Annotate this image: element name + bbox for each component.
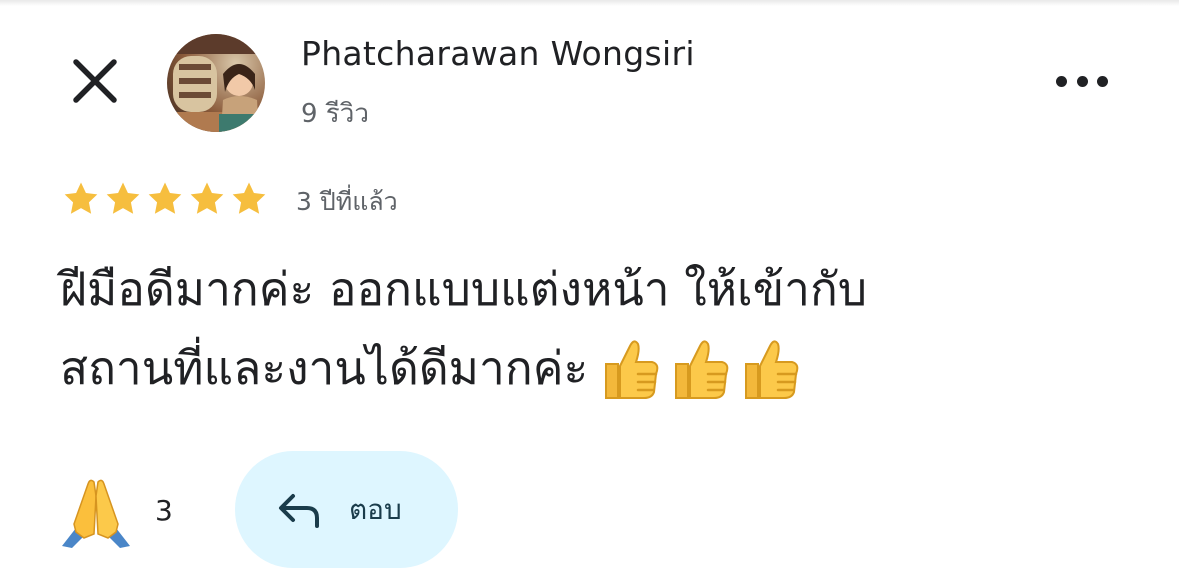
- reply-label: ตอบ: [349, 492, 402, 526]
- review-text-line: ฝีมือดีมากค่ะ ออกแบบแต่งหน้า ให้เข้ากับ: [60, 262, 868, 316]
- star-icon: [148, 182, 182, 214]
- more-horizontal-icon[interactable]: [1052, 64, 1112, 98]
- thumbs-up-emojis: [598, 334, 802, 402]
- more-dot: [1056, 75, 1067, 87]
- review-time: 3 ปีที่แล้ว: [296, 187, 398, 216]
- star-icon: [232, 182, 266, 214]
- reply-button[interactable]: ตอบ: [235, 451, 458, 568]
- folded-hands-icon[interactable]: [58, 476, 134, 548]
- reply-icon: [279, 493, 319, 528]
- review-count: 9 รีวิว: [301, 99, 369, 129]
- top-shadow: [0, 0, 1179, 6]
- star-icon: [190, 182, 224, 214]
- reaction-count: 3: [155, 494, 173, 527]
- review-text-line: สถานที่และงานได้ดีมากค่ะ: [60, 341, 589, 395]
- more-dot: [1097, 75, 1108, 87]
- more-dot: [1076, 75, 1088, 87]
- reviewer-name[interactable]: Phatcharawan Wongsiri: [301, 34, 695, 73]
- star-icon: [106, 182, 140, 214]
- review-text: ฝีมือดีมากค่ะ ออกแบบแต่งหน้า ให้เข้ากับ …: [60, 250, 1140, 408]
- thumbs-up-icon: [745, 339, 799, 399]
- thumbs-up-icon: [605, 339, 659, 399]
- review-text-line-2: สถานที่และงานได้ดีมากค่ะ: [60, 329, 1140, 408]
- star-rating: [62, 180, 268, 218]
- thumbs-up-icon: [675, 339, 729, 399]
- close-icon[interactable]: [66, 52, 124, 110]
- avatar[interactable]: [167, 34, 265, 132]
- star-icon: [64, 182, 98, 214]
